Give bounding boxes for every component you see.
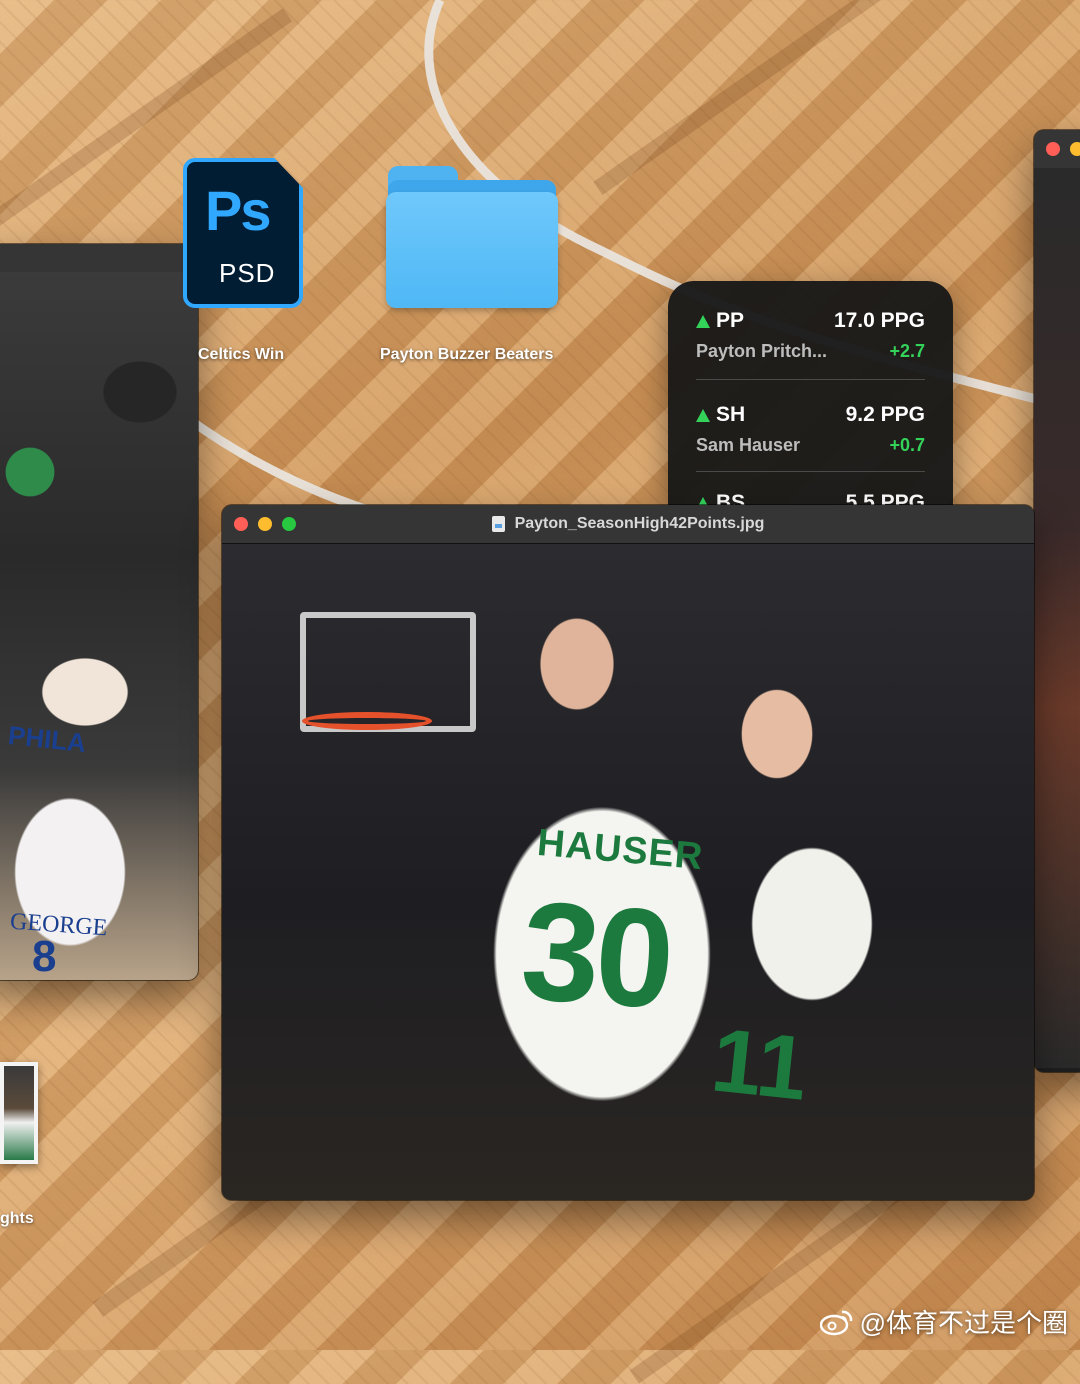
stats-widget[interactable]: PP 17.0 PPG Payton Pritch... +2.7 SH 9.2… [668, 281, 953, 505]
desktop-icon-photo-thumbnail[interactable] [0, 1062, 38, 1164]
left-window-titlebar[interactable] [0, 244, 198, 273]
up-arrow-icon [696, 408, 710, 422]
stat-change: +2.7 [889, 341, 925, 361]
jersey-number-text: 30 [516, 871, 676, 1038]
watermark-text: @体育不过是个圈 [859, 1308, 1068, 1338]
stat-row-sh[interactable]: SH 9.2 PPG Sam Hauser +0.7 [696, 403, 925, 473]
up-arrow-icon [696, 314, 710, 328]
main-photo-window[interactable]: Payton_SeasonHigh42Points.jpg HAUSER 30 … [222, 505, 1034, 1200]
folder-icon [386, 166, 558, 308]
jersey-number-2-text: 11 [707, 1010, 813, 1120]
stat-symbol: SH [716, 403, 746, 426]
stat-player-name: Payton Pritch... [696, 341, 828, 361]
thumbnail-image [4, 1066, 34, 1160]
photoshop-file-icon: Ps PSD [183, 158, 303, 308]
photo-text-phila: PHILA [6, 720, 88, 758]
stat-change: +0.7 [889, 435, 925, 455]
desktop-icon-psd-label: Celtics Win [198, 346, 285, 363]
desktop-icon-folder[interactable] [386, 166, 558, 308]
main-window-titlebar[interactable]: Payton_SeasonHigh42Points.jpg [222, 505, 1034, 544]
right-photo-window[interactable] [1034, 130, 1080, 1072]
close-button[interactable] [1046, 142, 1060, 156]
right-window-photo [1034, 168, 1080, 1068]
stat-symbol: BS [716, 491, 746, 505]
stat-symbol: PP [716, 309, 745, 332]
widget-divider [696, 379, 925, 380]
left-window-photo: PHILA GEORGE 8 [0, 272, 198, 980]
stat-value: 17.0 PPG [833, 309, 925, 332]
floor-plank [593, 0, 947, 196]
right-window-titlebar[interactable] [1034, 130, 1080, 169]
close-button[interactable] [234, 517, 248, 531]
desktop-icon-folder-label: Payton Buzzer Beaters [380, 346, 554, 363]
window-title: Payton_SeasonHigh42Points.jpg [514, 515, 765, 532]
psd-extension-text: PSD [219, 258, 276, 288]
stat-value: 9.2 PPG [845, 403, 925, 426]
basketball-rim [302, 712, 432, 730]
stat-row-bs[interactable]: BS 5.5 PPG [696, 491, 925, 505]
photo-text-number: 8 [32, 932, 57, 980]
image-file-icon [491, 516, 505, 532]
main-photo: HAUSER 30 11 [222, 544, 1034, 1200]
ps-badge-text: Ps [205, 179, 271, 242]
stat-row-pp[interactable]: PP 17.0 PPG Payton Pritch... +2.7 [696, 309, 925, 379]
maximize-button[interactable] [282, 517, 296, 531]
stat-player-name: Sam Hauser [696, 435, 801, 455]
weibo-logo-icon [819, 1310, 852, 1335]
minimize-button[interactable] [1070, 142, 1080, 156]
stat-value: 5.5 PPG [845, 491, 925, 505]
left-photo-window[interactable]: PHILA GEORGE 8 [0, 244, 198, 980]
desktop-icon-thumbnail-label: ghts [0, 1210, 34, 1227]
up-arrow-icon [696, 496, 710, 505]
widget-divider [696, 471, 925, 472]
photo-text-george: GEORGE [9, 908, 109, 942]
desktop-icon-psd[interactable]: Ps PSD [181, 158, 305, 308]
minimize-button[interactable] [258, 517, 272, 531]
watermark: @体育不过是个圈 [819, 1303, 1068, 1340]
